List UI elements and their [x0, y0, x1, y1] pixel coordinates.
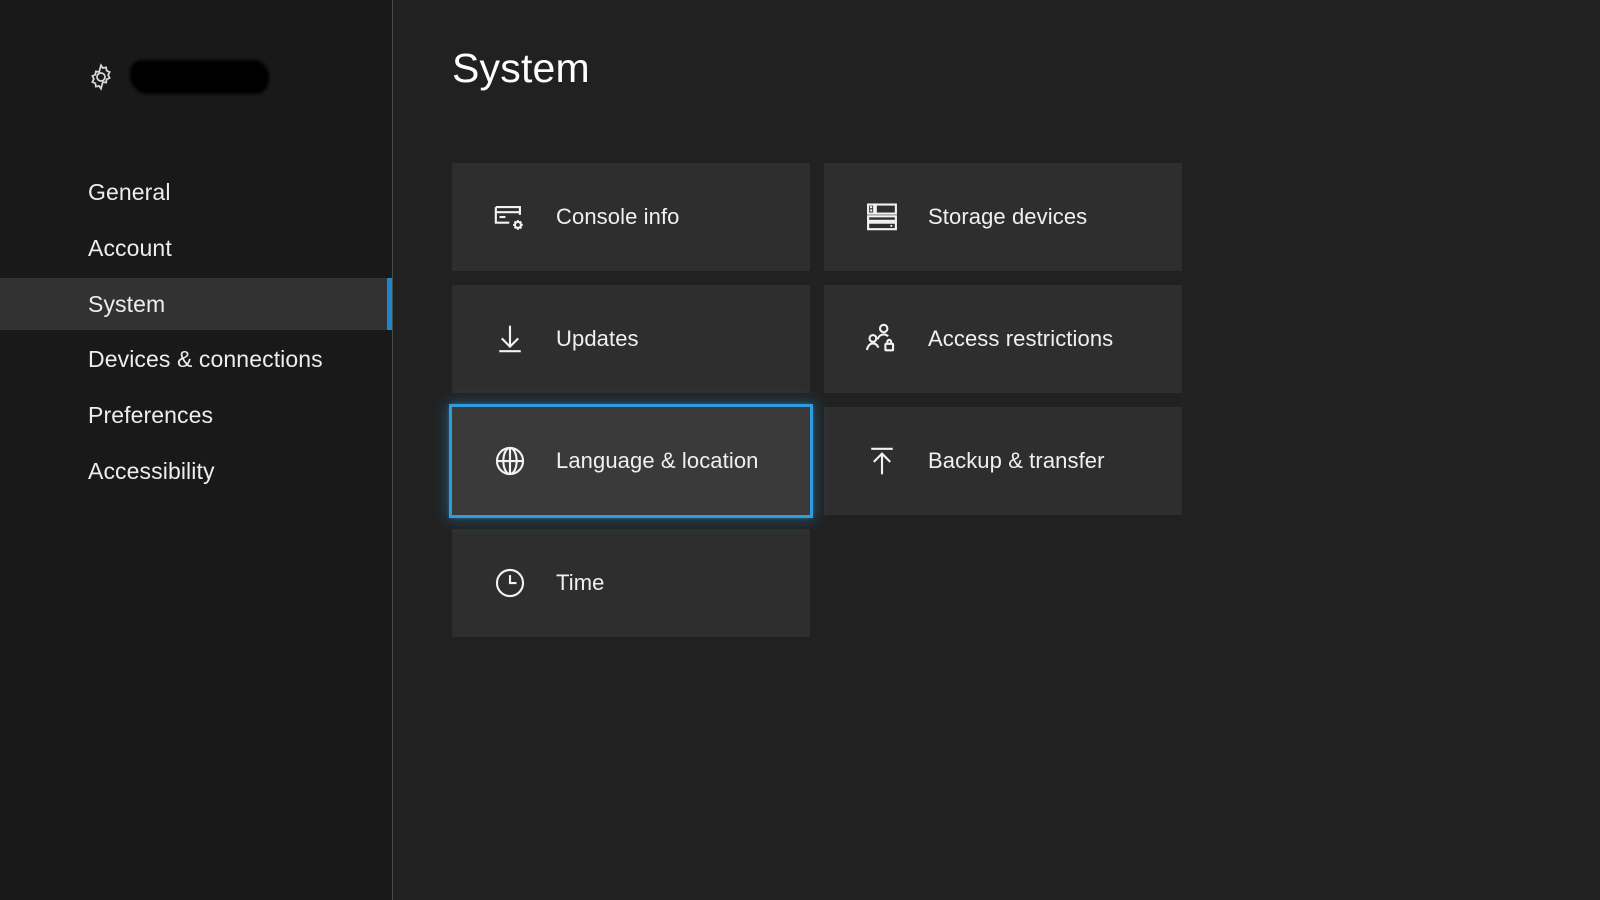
sidebar-item-label: System	[0, 293, 165, 316]
tile-storage-devices[interactable]: Storage devices	[824, 163, 1182, 271]
sidebar-item-label: Devices & connections	[0, 348, 323, 371]
tile-access-restrictions[interactable]: Access restrictions	[824, 285, 1182, 393]
console-info-icon	[493, 200, 527, 234]
clock-icon	[493, 566, 527, 600]
sidebar-item-devices-connections[interactable]: Devices & connections	[0, 333, 392, 385]
tile-label: Access restrictions	[928, 326, 1113, 352]
account-name-redacted	[132, 62, 267, 92]
tile-label: Time	[556, 570, 604, 596]
tile-time[interactable]: Time	[452, 529, 810, 637]
sidebar-item-preferences[interactable]: Preferences	[0, 389, 392, 441]
main-content: System Console info	[393, 0, 1600, 900]
sidebar-item-accessibility[interactable]: Accessibility	[0, 445, 392, 497]
tile-backup-transfer[interactable]: Backup & transfer	[824, 407, 1182, 515]
tile-label: Language & location	[556, 448, 759, 474]
tile-label: Updates	[556, 326, 639, 352]
download-arrow-icon	[493, 322, 527, 356]
tile-label: Storage devices	[928, 204, 1087, 230]
tile-label: Console info	[556, 204, 680, 230]
sidebar-item-account[interactable]: Account	[0, 222, 392, 274]
globe-icon	[493, 444, 527, 478]
page-title: System	[452, 45, 590, 92]
sidebar-item-general[interactable]: General	[0, 166, 392, 218]
sidebar-item-system[interactable]: System	[0, 278, 392, 330]
sidebar-item-label: Accessibility	[0, 460, 215, 483]
people-lock-icon	[865, 322, 899, 356]
tile-console-info[interactable]: Console info	[452, 163, 810, 271]
upload-arrow-icon	[865, 444, 899, 478]
tile-updates[interactable]: Updates	[452, 285, 810, 393]
gear-icon	[86, 62, 116, 92]
sidebar-item-label: Preferences	[0, 404, 213, 427]
xbox-settings-screen: General Account System Devices & connect…	[0, 0, 1600, 900]
tile-language-location[interactable]: Language & location	[452, 407, 810, 515]
account-row[interactable]	[86, 55, 267, 99]
sidebar-item-label: General	[0, 181, 171, 204]
storage-devices-icon	[865, 200, 899, 234]
sidebar-item-label: Account	[0, 237, 172, 260]
tile-label: Backup & transfer	[928, 448, 1105, 474]
sidebar: General Account System Devices & connect…	[0, 0, 392, 900]
